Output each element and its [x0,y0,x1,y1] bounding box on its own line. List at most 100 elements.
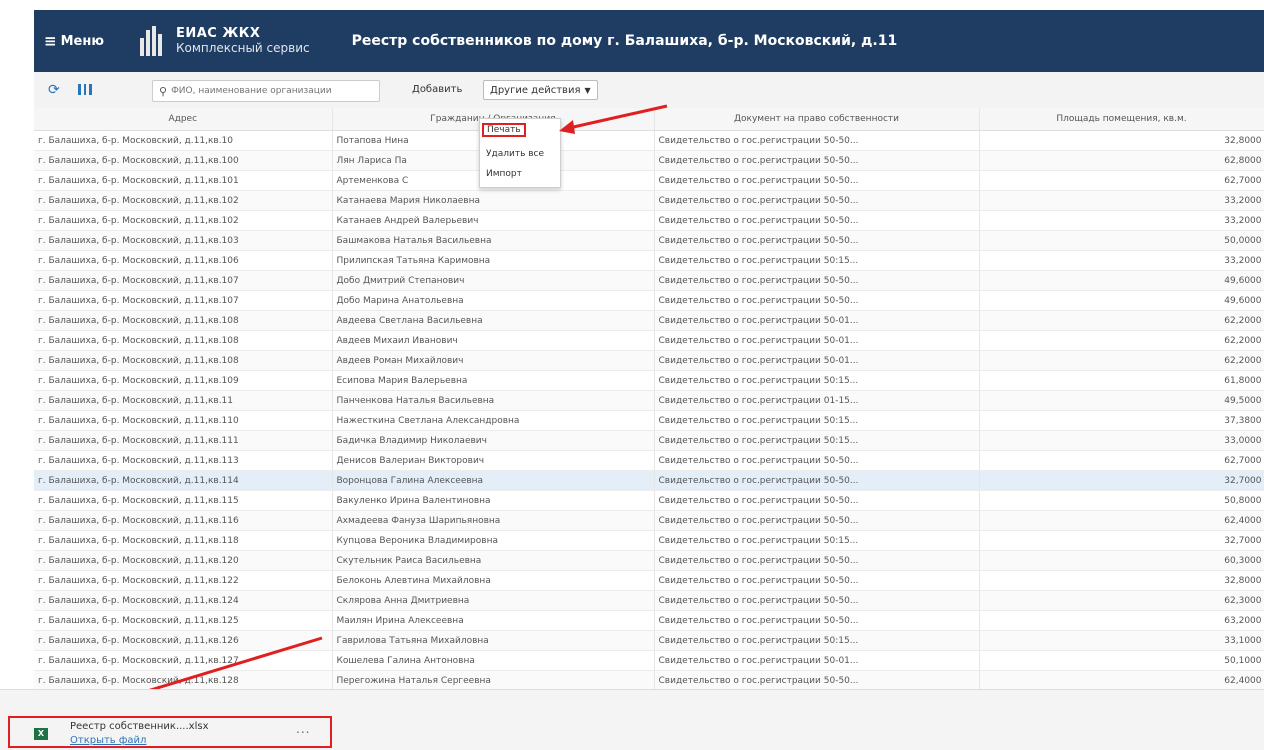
cell-address: г. Балашиха, б-р. Московский, д.11,кв.11… [34,470,333,491]
menu-item-delete-all[interactable]: Удалить все [486,149,544,159]
hamburger-icon: ≡ [44,32,57,50]
cell-address: г. Балашиха, б-р. Московский, д.11,кв.12… [34,650,333,671]
table-row[interactable]: г. Балашиха, б-р. Московский, д.11,кв.11… [34,430,1264,451]
menu-button[interactable]: ≡ Меню [44,32,104,50]
cell-address: г. Балашиха, б-р. Московский, д.11,кв.11… [34,450,333,471]
columns-icon[interactable] [78,84,93,95]
open-file-link[interactable]: Открыть файл [70,735,146,746]
menu-item-print[interactable]: Печать [482,123,526,137]
cell-area: 32,8000 [979,570,1264,591]
search-input[interactable] [171,86,362,96]
cell-area: 50,1000 [979,650,1264,671]
table-row[interactable]: г. Балашиха, б-р. Московский, д.11,кв.10… [34,210,1264,231]
cell-document: Свидетельство о гос.регистрации 50-50... [654,190,980,211]
column-header-address[interactable]: Адрес [34,108,333,131]
table-row[interactable]: г. Балашиха, б-р. Московский, д.11,кв.12… [34,650,1264,671]
cell-area: 63,2000 [979,610,1264,631]
cell-address: г. Балашиха, б-р. Московский, д.11,кв.10… [34,290,333,311]
cell-document: Свидетельство о гос.регистрации 50-50... [654,270,980,291]
cell-document: Свидетельство о гос.регистрации 50:15... [654,250,980,271]
search-box[interactable]: ⚲ [152,80,380,102]
table-row[interactable]: г. Балашиха, б-р. Московский, д.11,кв.11… [34,470,1264,491]
table-row[interactable]: г. Балашиха, б-р. Московский, д.11,кв.12… [34,610,1264,631]
cell-address: г. Балашиха, б-р. Московский, д.11,кв.10… [34,150,333,171]
cell-area: 62,2000 [979,330,1264,351]
table-row[interactable]: г. Балашиха, б-р. Московский, д.11,кв.10… [34,250,1264,271]
table-row[interactable]: г. Балашиха, б-р. Московский, д.11,кв.10… [34,190,1264,211]
table-row[interactable]: г. Балашиха, б-р. Московский, д.11,кв.10… [34,290,1264,311]
cell-address: г. Балашиха, б-р. Московский, д.11,кв.12… [34,550,333,571]
table-row[interactable]: г. Балашиха, б-р. Московский, д.11,кв.10… [34,350,1264,371]
cell-owner: Воронцова Галина Алексеевна [332,470,655,491]
menu-item-import[interactable]: Импорт [486,169,522,179]
cell-address: г. Балашиха, б-р. Московский, д.11,кв.10… [34,270,333,291]
cell-address: г. Балашиха, б-р. Московский, д.11,кв.11… [34,510,333,531]
cell-address: г. Балашиха, б-р. Московский, д.11,кв.12… [34,610,333,631]
cell-area: 62,7000 [979,170,1264,191]
cell-address: г. Балашиха, б-р. Московский, д.11,кв.12… [34,570,333,591]
table-row[interactable]: г. Балашиха, б-р. Московский, д.11,кв.11… [34,530,1264,551]
cell-address: г. Балашиха, б-р. Московский, д.11,кв.10… [34,190,333,211]
cell-area: 33,2000 [979,210,1264,231]
cell-document: Свидетельство о гос.регистрации 50-50... [654,230,980,251]
table-row[interactable]: г. Балашиха, б-р. Московский, д.11,кв.11… [34,410,1264,431]
cell-document: Свидетельство о гос.регистрации 50-50... [654,150,980,171]
table-row[interactable]: г. Балашиха, б-р. Московский, д.11,кв.12… [34,570,1264,591]
download-file-name: Реестр собственник....xlsx [70,721,209,732]
cell-address: г. Балашиха, б-р. Московский, д.11,кв.10… [34,370,333,391]
cell-owner: Скутельник Раиса Васильевна [332,550,655,571]
table-row[interactable]: г. Балашиха, б-р. Московский, д.11,кв.10… [34,330,1264,351]
cell-area: 33,2000 [979,250,1264,271]
cell-area: 61,8000 [979,370,1264,391]
download-item[interactable]: X Реестр собственник....xlsx Открыть фай… [8,716,332,748]
cell-document: Свидетельство о гос.регистрации 50-50... [654,570,980,591]
table-row[interactable]: г. Балашиха, б-р. Московский, д.11,кв.12… [34,630,1264,651]
table-row[interactable]: г. Балашиха, б-р. Московский, д.11,кв.10… [34,170,1264,191]
table-row[interactable]: г. Балашиха, б-р. Московский, д.11,кв.11… [34,450,1264,471]
cell-address: г. Балашиха, б-р. Московский, д.11,кв.10… [34,330,333,351]
excel-file-icon: X [34,728,48,740]
table-row[interactable]: г. Балашиха, б-р. Московский, д.11,кв.10… [34,310,1264,331]
cell-document: Свидетельство о гос.регистрации 50-01... [654,330,980,351]
menu-label: Меню [60,33,104,49]
more-options-button[interactable]: ... [296,722,310,736]
table-row[interactable]: г. Балашиха, б-р. Московский, д.11,кв.10… [34,230,1264,251]
column-header-document[interactable]: Документ на право собственности [654,108,980,131]
add-button[interactable]: Добавить [412,84,462,95]
cell-area: 50,0000 [979,230,1264,251]
table-row[interactable]: г. Балашиха, б-р. Московский, д.11,кв.10… [34,150,1264,171]
refresh-icon[interactable]: ⟳ [48,82,60,98]
table-row[interactable]: г. Балашиха, б-р. Московский, д.11,кв.12… [34,550,1264,571]
table-row[interactable]: г. Балашиха, б-р. Московский, д.11,кв.12… [34,670,1264,689]
search-icon: ⚲ [159,84,168,98]
cell-area: 62,8000 [979,150,1264,171]
table-row[interactable]: г. Балашиха, б-р. Московский, д.11,кв.10… [34,270,1264,291]
cell-area: 49,6000 [979,270,1264,291]
table-row[interactable]: г. Балашиха, б-р. Московский, д.11,кв.11… [34,390,1264,411]
cell-document: Свидетельство о гос.регистрации 50:15... [654,630,980,651]
cell-address: г. Балашиха, б-р. Московский, д.11,кв.10… [34,310,333,331]
cell-area: 33,2000 [979,190,1264,211]
brand-subtitle: Комплексный сервис [175,41,310,55]
cell-area: 62,2000 [979,310,1264,331]
table-row[interactable]: г. Балашиха, б-р. Московский, д.11,кв.10… [34,130,1264,151]
cell-address: г. Балашиха, б-р. Московский, д.11,кв.10… [34,250,333,271]
table-row[interactable]: г. Балашиха, б-р. Московский, д.11,кв.11… [34,490,1264,511]
cell-area: 33,0000 [979,430,1264,451]
cell-document: Свидетельство о гос.регистрации 50-50... [654,670,980,689]
cell-area: 49,5000 [979,390,1264,411]
table-row[interactable]: г. Балашиха, б-р. Московский, д.11,кв.11… [34,510,1264,531]
cell-address: г. Балашиха, б-р. Московский, д.11,кв.10… [34,210,333,231]
column-header-area[interactable]: Площадь помещения, кв.м. [979,108,1264,131]
other-actions-dropdown[interactable]: Другие действия ▼ [483,80,598,100]
cell-owner: Маилян Ирина Алексеевна [332,610,655,631]
brand: ЕИАС ЖКХ Комплексный сервис [175,27,310,56]
toolbar: ⟳ ⚲ Добавить Другие действия ▼ [34,72,1264,109]
cell-owner: Денисов Валериан Викторович [332,450,655,471]
page-title: Реестр собственников по дому г. Балашиха… [351,33,898,49]
cell-owner: Склярова Анна Дмитриевна [332,590,655,611]
table-row[interactable]: г. Балашиха, б-р. Московский, д.11,кв.12… [34,590,1264,611]
table-header-row: Адрес Гражданин / Организация Документ н… [34,108,1264,131]
table-row[interactable]: г. Балашиха, б-р. Московский, д.11,кв.10… [34,370,1264,391]
cell-document: Свидетельство о гос.регистрации 50-50... [654,510,980,531]
